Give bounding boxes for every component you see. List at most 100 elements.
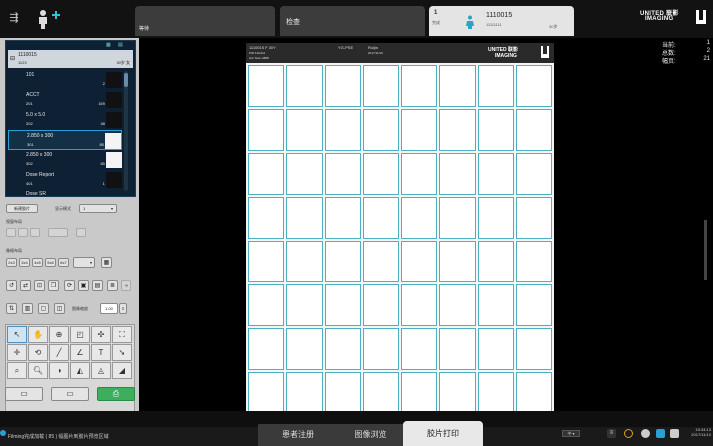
film-image-cell[interactable]	[324, 284, 361, 327]
film-image-cell[interactable]	[477, 65, 514, 107]
layout-dropdown[interactable]: ▾	[73, 257, 95, 268]
rotate-tool-icon[interactable]: ⟲	[28, 344, 48, 361]
film-image-cell[interactable]	[401, 372, 438, 414]
series-item-selected[interactable]: 2.850 x 300 301 85 幅	[8, 130, 122, 150]
film-image-cell[interactable]	[477, 152, 514, 195]
film-image-cell[interactable]	[362, 372, 399, 414]
list-icon[interactable]: ≡	[607, 429, 616, 438]
warning-icon[interactable]	[624, 429, 633, 438]
crop-icon[interactable]: ⊡	[34, 280, 45, 291]
film-image-cell[interactable]	[324, 108, 361, 151]
contrast-icon[interactable]: ◭	[70, 362, 90, 379]
film-image-cell[interactable]	[515, 196, 552, 239]
film-image-cell[interactable]	[477, 284, 514, 327]
film-image-cell[interactable]	[324, 240, 361, 283]
film-image-cell[interactable]	[286, 108, 323, 151]
film-image-cell[interactable]	[286, 240, 323, 283]
film-image-cell[interactable]	[286, 328, 323, 371]
film-image-cell[interactable]	[324, 65, 361, 107]
tab-patient[interactable]: 1 完成 1110015 11111111 30岁	[429, 6, 574, 36]
film-image-cell[interactable]	[286, 196, 323, 239]
film-image-cell[interactable]	[439, 196, 476, 239]
network-icon[interactable]	[656, 429, 665, 438]
preview-film-button[interactable]: ▭	[51, 387, 89, 401]
film-image-cell[interactable]	[439, 372, 476, 414]
split-icon[interactable]: ⇅	[6, 303, 17, 314]
contrast-status-icon[interactable]	[641, 429, 650, 438]
series-item[interactable]: ACCT 201 159 幅	[8, 90, 122, 110]
series-item[interactable]: Dose SR	[8, 190, 122, 197]
layout-5x6-button[interactable]: 5x6	[45, 258, 56, 267]
film-image-cell[interactable]	[401, 240, 438, 283]
printer-status-icon[interactable]	[670, 429, 679, 438]
film-image-cell[interactable]	[362, 328, 399, 371]
tab-film-print[interactable]: 胶片打印	[403, 421, 483, 446]
layout-edit-button[interactable]	[76, 228, 86, 237]
new-film-button[interactable]: 新建胶片	[6, 204, 38, 213]
add-patient-icon[interactable]	[34, 8, 60, 30]
search-icon[interactable]: 🔍︎	[28, 362, 48, 379]
zoom-in-icon[interactable]: ⊕	[49, 326, 69, 343]
film-image-cell[interactable]	[286, 372, 323, 414]
film-sheet[interactable]: 1110015 F 30Y PID:1111111 Acc Num:2888 Y…	[246, 43, 554, 416]
zoom-stepper[interactable]: ⇕	[119, 303, 127, 314]
film-image-cell[interactable]	[401, 284, 438, 327]
film-image-cell[interactable]	[248, 152, 285, 195]
tab-image-browse[interactable]: 图像浏览	[338, 424, 403, 446]
series-item[interactable]: 5.0 x 5.0 202 48 幅	[8, 110, 122, 130]
film-image-cell[interactable]	[286, 65, 323, 107]
patient-card[interactable]: ⊟ 1110015 1123 30岁 女	[8, 50, 133, 68]
save-film-button[interactable]: ▭	[5, 387, 43, 401]
flip-icon[interactable]: ⇄	[20, 280, 31, 291]
film-image-cell[interactable]	[401, 196, 438, 239]
film-image-cell[interactable]	[324, 372, 361, 414]
film-image-cell[interactable]	[515, 372, 552, 414]
film-image-cell[interactable]	[362, 196, 399, 239]
collapse-icon[interactable]: ⊟	[10, 55, 15, 62]
film-image-cell[interactable]	[477, 240, 514, 283]
line-measure-icon[interactable]: ╱	[49, 344, 69, 361]
erase-icon[interactable]: ◢	[112, 362, 132, 379]
film-image-cell[interactable]	[324, 328, 361, 371]
frame-icon[interactable]: ▢	[38, 303, 49, 314]
layout-1x1-button[interactable]	[6, 228, 16, 237]
film-image-cell[interactable]	[401, 152, 438, 195]
film-image-cell[interactable]	[324, 152, 361, 195]
film-image-cell[interactable]	[477, 328, 514, 371]
film-image-cell[interactable]	[439, 284, 476, 327]
layout-2x3-button[interactable]: 2x3	[6, 258, 17, 267]
film-image-cell[interactable]	[324, 196, 361, 239]
film-image-cell[interactable]	[401, 65, 438, 107]
display-mode-select[interactable]: 1 ▾	[79, 204, 117, 213]
film-image-cell[interactable]	[439, 108, 476, 151]
language-selector[interactable]: 中 ▾	[562, 430, 580, 437]
viewer-scrollbar[interactable]	[704, 220, 707, 280]
fit-icon[interactable]: ◫	[54, 303, 65, 314]
film-image-cell[interactable]	[248, 240, 285, 283]
magic-icon[interactable]: ✣	[91, 326, 111, 343]
series-scroll-thumb[interactable]	[124, 73, 128, 87]
film-image-cell[interactable]	[362, 284, 399, 327]
arrow-left-icon[interactable]: ◂	[121, 280, 131, 291]
grid-layout-icon[interactable]: ▦	[101, 257, 112, 268]
layers-icon[interactable]: ▣	[78, 280, 89, 291]
film-image-cell[interactable]	[248, 65, 285, 107]
window-level-icon[interactable]: ◰	[70, 326, 90, 343]
film-image-cell[interactable]	[248, 372, 285, 414]
film-image-cell[interactable]	[515, 284, 552, 327]
film-image-cell[interactable]	[401, 108, 438, 151]
print-button[interactable]: ⎙	[97, 387, 135, 401]
film-image-cell[interactable]	[248, 108, 285, 151]
angle-measure-icon[interactable]: ∠	[70, 344, 90, 361]
film-image-cell[interactable]	[286, 284, 323, 327]
zoom-input[interactable]: 1.00	[100, 303, 118, 314]
film-image-cell[interactable]	[439, 152, 476, 195]
film-image-cell[interactable]	[401, 328, 438, 371]
columns-icon[interactable]: ▥	[22, 303, 33, 314]
film-image-cell[interactable]	[515, 152, 552, 195]
film-image-cell[interactable]	[477, 196, 514, 239]
rotate-icon[interactable]: ↺	[6, 280, 17, 291]
magnifier-icon[interactable]: ⌕	[7, 362, 27, 379]
film-image-cell[interactable]	[515, 108, 552, 151]
triangle-measure-icon[interactable]: ◬	[91, 362, 111, 379]
